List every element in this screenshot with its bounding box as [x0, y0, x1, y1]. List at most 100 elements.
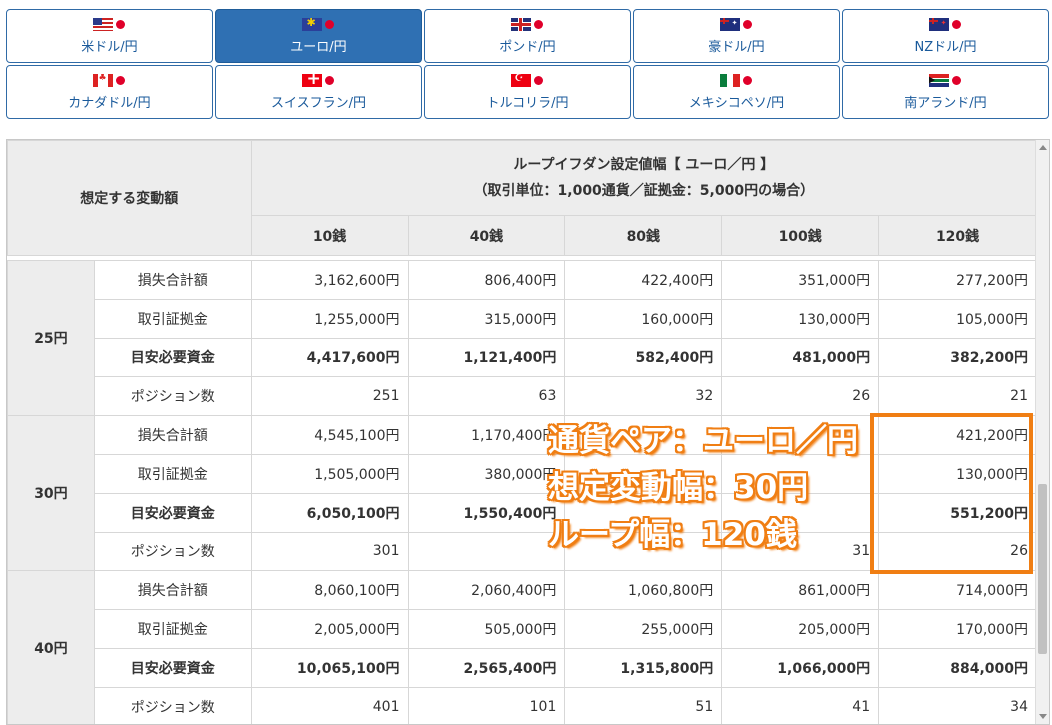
scroll-down-arrow-icon[interactable]	[1039, 714, 1047, 719]
table-row: 取引証拠金 1,255,000円 315,000円 160,000円 130,000円 1…	[8, 298, 1037, 339]
table-cell: 6,050,100円	[250, 492, 409, 533]
currency-tab[interactable]: NZドル/円	[842, 9, 1049, 63]
row-label: 損失合計額	[93, 415, 252, 455]
table-cell: 160,000円	[564, 298, 723, 339]
ch-flag-icon	[301, 74, 322, 87]
table-cell: 301	[250, 531, 409, 572]
row-header: 想定する変動額	[7, 140, 252, 256]
flag-pair	[928, 74, 963, 88]
column-header: 10銭	[250, 215, 409, 256]
currency-tab[interactable]: 南アランド/円	[842, 65, 1049, 119]
flag-pair	[301, 18, 336, 32]
eu-flag-icon	[301, 18, 322, 31]
table-cell: 582,400円	[564, 337, 723, 378]
jp-flag-icon	[323, 74, 336, 87]
row-label: 取引証拠金	[93, 609, 252, 649]
currency-tab[interactable]: 米ドル/円	[6, 9, 213, 63]
row-label: 目安必要資金	[93, 337, 252, 378]
table-cell: 1,170,400円	[407, 415, 566, 455]
currency-tab-label: ユーロ/円	[290, 39, 347, 55]
scroll-up-arrow-icon[interactable]	[1039, 145, 1047, 150]
annotation-line-pair: 通貨ペア：ユーロ／円	[548, 423, 858, 459]
row-label: ポジション数	[93, 376, 252, 417]
currency-tab[interactable]: メキシコペソ/円	[633, 65, 840, 119]
table-cell: 351,000円	[721, 260, 880, 300]
table-cell: 21	[878, 376, 1037, 417]
scrollbar-thumb[interactable]	[1038, 484, 1047, 654]
currency-tab[interactable]: ポンド/円	[424, 9, 631, 63]
currency-tab-label: メキシコペソ/円	[688, 95, 785, 111]
flag-pair	[510, 18, 545, 32]
range-group-label: 30円	[7, 415, 95, 572]
flag-pair	[719, 18, 754, 32]
table-cell: 380,000円	[407, 453, 566, 494]
table-cell	[407, 531, 566, 572]
table-cell: 382,200円	[878, 337, 1037, 378]
row-label: 目安必要資金	[93, 647, 252, 688]
table-row: ポジション数 401 101 51 41 34	[8, 686, 1037, 724]
flag-pair	[92, 18, 127, 32]
row-label: 損失合計額	[93, 260, 252, 300]
table-cell: 2,060,400円	[407, 570, 566, 611]
highlight-box	[870, 413, 1033, 574]
flag-pair	[510, 74, 545, 88]
table-row: 目安必要資金 10,065,100円 2,565,400円 1,315,800円 1,0…	[8, 647, 1037, 688]
currency-tab[interactable]: ユーロ/円	[215, 9, 422, 63]
table-cell: 170,000円	[878, 609, 1037, 649]
table-cell: 26	[721, 376, 880, 417]
currency-tab[interactable]: 豪ドル/円	[633, 9, 840, 63]
currency-tab-label: NZドル/円	[914, 39, 977, 55]
row-label: 目安必要資金	[93, 492, 252, 533]
jp-flag-icon	[114, 18, 127, 31]
annotation-line-range: 想定変動幅：30円	[548, 470, 809, 506]
table-row: 40円 損失合計額 8,060,100円 2,060,400円 1,060,800円 86…	[7, 570, 1037, 724]
flag-pair	[92, 74, 127, 88]
table-cell: 8,060,100円	[250, 570, 409, 611]
table-cell: 4,545,100円	[250, 415, 409, 455]
table-cell: 41	[721, 686, 880, 724]
currency-tab-label: トルコリラ/円	[486, 95, 569, 111]
table-cell: 505,000円	[407, 609, 566, 649]
jp-flag-icon	[741, 74, 754, 87]
annotation-line-loop: ループ幅：120銭	[548, 517, 797, 553]
currency-tab[interactable]: スイスフラン/円	[215, 65, 422, 119]
ca-flag-icon	[92, 74, 113, 87]
table-cell: 714,000円	[878, 570, 1037, 611]
flag-pair	[301, 74, 336, 88]
table-cell: 205,000円	[721, 609, 880, 649]
table-cell: 884,000円	[878, 647, 1037, 688]
tab-row: 米ドル/円 ユーロ/円 ポンド/円 豪ドル/円 NZドル/円	[6, 9, 1050, 63]
table-cell: 101	[407, 686, 566, 724]
table-cell: 1,121,400円	[407, 337, 566, 378]
nz-flag-icon	[928, 18, 949, 31]
vertical-scrollbar[interactable]	[1035, 140, 1049, 724]
table-cell: 2,005,000円	[250, 609, 409, 649]
jp-flag-icon	[532, 74, 545, 87]
table-cell: 1,315,800円	[564, 647, 723, 688]
range-group-label: 40円	[7, 570, 95, 724]
table-cell: 130,000円	[721, 298, 880, 339]
table-cell: 2,565,400円	[407, 647, 566, 688]
column-header: 120銭	[878, 215, 1037, 256]
table-cell: 32	[564, 376, 723, 417]
table-cell: 401	[250, 686, 409, 724]
table-row: 目安必要資金 4,417,600円 1,121,400円 582,400円 481,00…	[8, 337, 1037, 378]
table-cell: 34	[878, 686, 1037, 724]
row-label: 損失合計額	[93, 570, 252, 611]
column-header: 40銭	[407, 215, 566, 256]
currency-tab-label: ポンド/円	[499, 39, 556, 55]
table-cell: 1,550,400円	[407, 492, 566, 533]
jp-flag-icon	[950, 18, 963, 31]
row-label: 取引証拠金	[93, 298, 252, 339]
table-title-line1: ループイフダン設定値幅【 ユーロ／円 】	[513, 157, 775, 173]
jp-flag-icon	[323, 18, 336, 31]
column-header: 80銭	[564, 215, 723, 256]
currency-tab[interactable]: トルコリラ/円	[424, 65, 631, 119]
au-flag-icon	[719, 18, 740, 31]
currency-tab-label: スイスフラン/円	[271, 95, 366, 111]
za-flag-icon	[928, 74, 949, 87]
table-row: 25円 損失合計額 3,162,600円 806,400円 422,400円 351,00…	[7, 259, 1037, 417]
currency-tab[interactable]: カナダドル/円	[6, 65, 213, 119]
table-cell: 315,000円	[407, 298, 566, 339]
table-cell: 63	[407, 376, 566, 417]
